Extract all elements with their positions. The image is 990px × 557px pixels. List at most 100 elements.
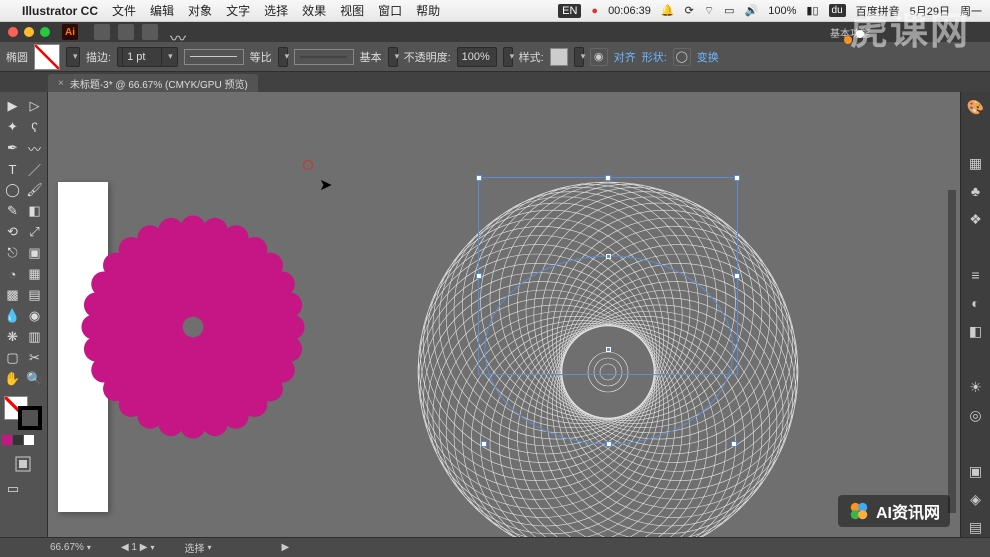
document-tab[interactable]: × 未标题-3* @ 66.67% (CMYK/GPU 预览): [48, 74, 258, 92]
opacity-value[interactable]: 100%: [457, 47, 497, 67]
perspective-tool[interactable]: ▦: [24, 264, 45, 284]
canvas[interactable]: ➤: [48, 92, 960, 537]
bridge-icon[interactable]: [94, 24, 110, 40]
close-window-button[interactable]: [8, 27, 18, 37]
playback-icon[interactable]: ▶: [281, 542, 289, 553]
handle-icon[interactable]: [734, 273, 740, 279]
width-tool[interactable]: ⎋: [2, 243, 23, 263]
handle-icon[interactable]: [731, 441, 737, 447]
artboard-nav[interactable]: ◀ 1 ▶: [121, 542, 155, 553]
handle-icon[interactable]: [606, 441, 612, 447]
eraser-tool[interactable]: ◧: [24, 201, 45, 221]
recolor-icon[interactable]: ◉: [590, 48, 608, 66]
menu-window[interactable]: 窗口: [378, 2, 402, 19]
zoom-window-button[interactable]: [40, 27, 50, 37]
scale-tool[interactable]: ⤢: [24, 222, 45, 242]
du-icon[interactable]: du: [829, 4, 846, 17]
swatches-panel-icon[interactable]: ▦: [966, 154, 986, 172]
stock-icon[interactable]: [118, 24, 134, 40]
menu-view[interactable]: 视图: [340, 2, 364, 19]
menu-help[interactable]: 帮助: [416, 2, 440, 19]
volume-icon[interactable]: 🔊: [745, 4, 759, 17]
none-chip[interactable]: [24, 435, 34, 445]
sync-icon[interactable]: ⟳: [685, 4, 694, 17]
hand-tool[interactable]: ✋: [2, 369, 23, 389]
graph-tool[interactable]: ▥: [24, 327, 45, 347]
brush-dropdown[interactable]: [388, 47, 398, 67]
brush-definition[interactable]: [294, 49, 354, 65]
arrange-icon[interactable]: [142, 24, 158, 40]
menu-select[interactable]: 选择: [264, 2, 288, 19]
rotate-tool[interactable]: ⟲: [2, 222, 23, 242]
handle-icon[interactable]: [481, 441, 487, 447]
menu-effect[interactable]: 效果: [302, 2, 326, 19]
zoom-tool[interactable]: 🔍: [24, 369, 45, 389]
var-width-profile[interactable]: [184, 49, 244, 65]
color-chip[interactable]: [2, 435, 12, 445]
color-panel-icon[interactable]: 🎨: [966, 98, 986, 116]
display-icon[interactable]: ▭: [724, 4, 734, 17]
asset-export-panel-icon[interactable]: ◈: [966, 491, 986, 509]
anchor-point-icon[interactable]: [606, 254, 611, 259]
shape-link[interactable]: 形状:: [642, 49, 667, 65]
symbol-sprayer-tool[interactable]: ❋: [2, 327, 23, 347]
shape-builder-tool[interactable]: ◔: [2, 264, 23, 284]
gradient-tool[interactable]: ▤: [24, 285, 45, 305]
fill-dropdown[interactable]: [66, 47, 80, 67]
stroke-weight-value[interactable]: 1 pt: [122, 47, 162, 67]
menu-type[interactable]: 文字: [226, 2, 250, 19]
handle-icon[interactable]: [476, 273, 482, 279]
gradient-chip[interactable]: [13, 435, 23, 445]
dash-label[interactable]: 等比: [250, 49, 272, 65]
direct-selection-tool[interactable]: ▷: [24, 96, 45, 116]
close-tab-icon[interactable]: ×: [58, 78, 64, 89]
gear-shape-object[interactable]: [78, 212, 308, 442]
lasso-tool[interactable]: ʕ: [24, 117, 45, 137]
appearance-panel-icon[interactable]: ☀: [966, 379, 986, 397]
workspace-switcher[interactable]: 基本功能: [830, 25, 990, 40]
style-dropdown[interactable]: [574, 47, 584, 67]
symbols-panel-icon[interactable]: ❖: [966, 210, 986, 228]
shaper-tool[interactable]: ✎: [2, 201, 23, 221]
notification-icon[interactable]: 🔔: [661, 4, 675, 17]
eyedropper-tool[interactable]: 💧: [2, 306, 23, 326]
free-transform-tool[interactable]: ▣: [24, 243, 45, 263]
brush-icon[interactable]: 〰: [170, 25, 184, 39]
ellipse-tool[interactable]: ◯: [2, 180, 23, 200]
draw-mode-icon[interactable]: [2, 450, 44, 478]
magic-wand-tool[interactable]: ✦: [2, 117, 23, 137]
opacity-dropdown[interactable]: [503, 47, 513, 67]
minimize-window-button[interactable]: [24, 27, 34, 37]
type-tool[interactable]: T: [2, 159, 23, 179]
paintbrush-tool[interactable]: 🖌: [24, 180, 45, 200]
selection-tool[interactable]: ▶: [2, 96, 23, 116]
menu-edit[interactable]: 编辑: [150, 2, 174, 19]
mesh-tool[interactable]: ▩: [2, 285, 23, 305]
brush-label[interactable]: 基本: [360, 49, 382, 65]
curvature-tool[interactable]: 〰: [24, 138, 45, 158]
gradient-panel-icon[interactable]: ◐: [966, 294, 986, 312]
handle-icon[interactable]: [605, 175, 611, 181]
slice-tool[interactable]: ✂: [24, 348, 45, 368]
center-point-icon[interactable]: [606, 347, 611, 352]
stroke-color-icon[interactable]: [18, 406, 42, 430]
brushes-panel-icon[interactable]: ♣: [966, 182, 986, 200]
ime-label[interactable]: 百度拼音: [856, 3, 900, 19]
transform-link[interactable]: 变换: [697, 49, 719, 65]
wifi-icon[interactable]: ⌔: [704, 4, 714, 18]
pen-tool[interactable]: ✒: [2, 138, 23, 158]
align-link[interactable]: 对齐: [614, 49, 636, 65]
shape-ellipse-icon[interactable]: ◯: [673, 48, 691, 66]
menu-file[interactable]: 文件: [112, 2, 136, 19]
screen-mode-tool[interactable]: ▭: [2, 479, 24, 499]
graphic-style-swatch[interactable]: [550, 48, 568, 66]
artboards-panel-icon[interactable]: ▤: [966, 519, 986, 537]
blend-tool[interactable]: ◉: [24, 306, 45, 326]
zoom-level-dropdown[interactable]: 66.67%: [50, 542, 91, 553]
transparency-panel-icon[interactable]: ◧: [966, 323, 986, 341]
app-name[interactable]: Illustrator CC: [22, 4, 98, 18]
menu-object[interactable]: 对象: [188, 2, 212, 19]
lang-indicator[interactable]: EN: [558, 4, 581, 18]
fill-swatch[interactable]: [34, 44, 60, 70]
layers-panel-icon[interactable]: ▣: [966, 463, 986, 481]
